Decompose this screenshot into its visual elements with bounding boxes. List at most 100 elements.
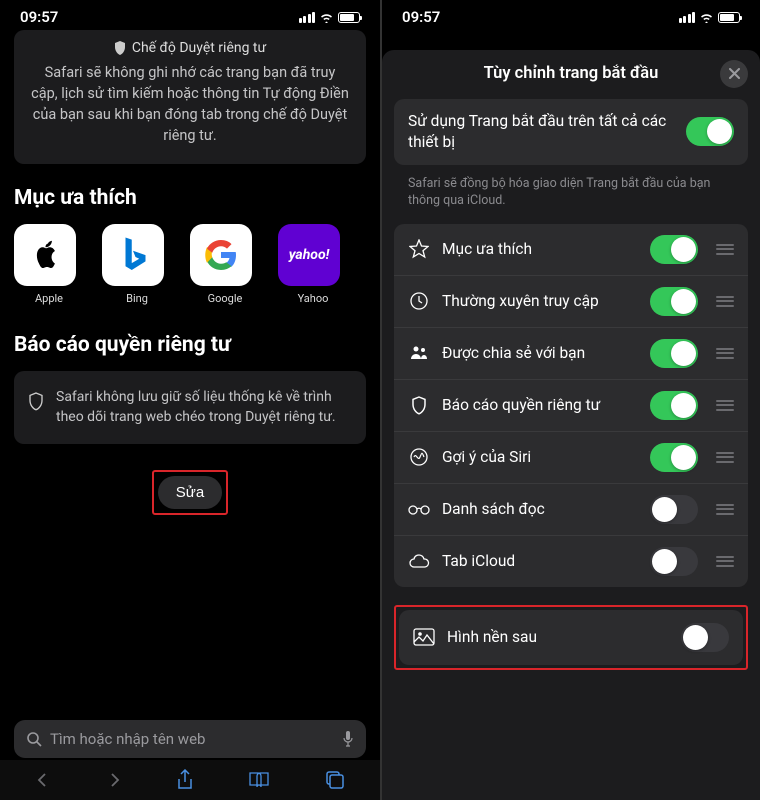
row-toggle[interactable]: [650, 443, 698, 472]
row-toggle[interactable]: [650, 235, 698, 264]
drag-handle-icon[interactable]: [716, 556, 734, 567]
sync-card: Sử dụng Trang bắt đầu trên tất cả các th…: [394, 99, 748, 165]
status-bar: 09:57: [0, 0, 380, 30]
row-label: Gợi ý của Siri: [442, 447, 638, 467]
private-browsing-card: Chế độ Duyệt riêng tư Safari sẽ không gh…: [14, 30, 366, 164]
drag-handle-icon[interactable]: [716, 296, 734, 307]
bottom-toolbar: [0, 760, 380, 800]
row-label: Được chia sẻ với bạn: [442, 343, 638, 363]
background-toggle[interactable]: [681, 623, 729, 652]
row-toggle[interactable]: [650, 339, 698, 368]
status-bar: 09:57: [382, 0, 760, 30]
row-toggle[interactable]: [650, 287, 698, 316]
battery-icon: [338, 12, 360, 23]
signal-icon: [679, 12, 696, 23]
row-label: Báo cáo quyền riêng tư: [442, 395, 638, 415]
search-icon: [26, 731, 42, 747]
sync-label: Sử dụng Trang bắt đầu trên tất cả các th…: [408, 111, 676, 153]
drag-handle-icon[interactable]: [716, 244, 734, 255]
status-time: 09:57: [20, 8, 58, 26]
favorite-label: Bing: [102, 292, 172, 305]
star-icon: [408, 239, 430, 259]
phone-left: 09:57 Chế độ Duyệt riêng tư Safari sẽ kh…: [0, 0, 380, 800]
favorite-label: Google: [190, 292, 260, 305]
row-reading-list: Danh sách đọc: [394, 484, 748, 536]
row-label: Hình nền sau: [447, 627, 669, 647]
search-placeholder: Tìm hoặc nhập tên web: [50, 730, 334, 748]
row-background-image: Hình nền sau: [399, 610, 743, 665]
row-label: Thường xuyên truy cập: [442, 291, 638, 311]
privacy-report-title: Báo cáo quyền riêng tư: [14, 333, 366, 357]
image-icon: [413, 628, 435, 646]
clock-icon: [408, 291, 430, 311]
options-list: Mục ưa thích Thường xuyên truy cập Được …: [394, 224, 748, 587]
google-icon: [190, 224, 252, 286]
close-button[interactable]: [720, 60, 748, 88]
drag-handle-icon[interactable]: [716, 348, 734, 359]
row-toggle[interactable]: [650, 547, 698, 576]
row-icloud-tabs: Tab iCloud: [394, 536, 748, 587]
favorites-row: Apple Bing Google yahoo! Yahoo: [14, 224, 366, 305]
favorite-bing[interactable]: Bing: [102, 224, 172, 305]
phone-right: 09:57 Tùy chỉnh trang bắt đầu Sử dụng Tr…: [380, 0, 760, 800]
close-icon: [729, 68, 740, 79]
yahoo-icon: yahoo!: [278, 224, 340, 286]
shield-icon: [28, 391, 44, 411]
favorite-apple[interactable]: Apple: [14, 224, 84, 305]
bookmarks-icon[interactable]: [248, 771, 270, 789]
sync-toggle[interactable]: [686, 117, 734, 146]
modal-header: Tùy chỉnh trang bắt đầu: [394, 64, 748, 83]
private-browsing-desc: Safari sẽ không ghi nhớ các trang bạn đã…: [30, 62, 350, 146]
private-browsing-title: Chế độ Duyệt riêng tư: [132, 40, 266, 56]
edit-highlight: Sửa: [152, 470, 228, 515]
row-label: Tab iCloud: [442, 551, 638, 571]
favorite-label: Apple: [14, 292, 84, 305]
drag-handle-icon[interactable]: [716, 452, 734, 463]
siri-icon: [408, 447, 430, 467]
glasses-icon: [408, 503, 430, 515]
shield-icon: [114, 41, 126, 55]
row-siri-suggestions: Gợi ý của Siri: [394, 432, 748, 484]
signal-icon: [299, 12, 316, 23]
search-bar[interactable]: Tìm hoặc nhập tên web: [14, 720, 366, 758]
row-toggle[interactable]: [650, 495, 698, 524]
row-frequently-visited: Thường xuyên truy cập: [394, 276, 748, 328]
cloud-icon: [408, 554, 430, 569]
status-icons: [679, 12, 741, 23]
left-content: Chế độ Duyệt riêng tư Safari sẽ không gh…: [0, 30, 380, 730]
favorite-google[interactable]: Google: [190, 224, 260, 305]
drag-handle-icon[interactable]: [716, 504, 734, 515]
customize-modal: Tùy chỉnh trang bắt đầu Sử dụng Trang bắ…: [382, 50, 760, 800]
row-toggle[interactable]: [650, 391, 698, 420]
row-privacy-report: Báo cáo quyền riêng tư: [394, 380, 748, 432]
forward-icon[interactable]: [106, 772, 122, 788]
shield-icon: [408, 395, 430, 415]
status-icons: [299, 12, 361, 23]
tabs-icon[interactable]: [325, 770, 345, 790]
row-shared-with-you: Được chia sẻ với bạn: [394, 328, 748, 380]
row-label: Danh sách đọc: [442, 499, 638, 519]
bing-icon: [102, 224, 164, 286]
favorite-label: Yahoo: [278, 292, 348, 305]
back-icon[interactable]: [35, 772, 51, 788]
sync-hint: Safari sẽ đồng bộ hóa giao diện Trang bắ…: [394, 173, 748, 224]
battery-icon: [718, 12, 740, 23]
edit-button-wrap: Sửa: [14, 470, 366, 515]
privacy-report-card: Safari không lưu giữ số liệu thống kê về…: [14, 371, 366, 444]
row-label: Mục ưa thích: [442, 239, 638, 259]
wifi-icon: [699, 12, 714, 23]
background-highlight: Hình nền sau: [394, 605, 748, 670]
people-icon: [408, 345, 430, 361]
share-icon[interactable]: [176, 769, 194, 791]
favorite-yahoo[interactable]: yahoo! Yahoo: [278, 224, 348, 305]
private-browsing-title-row: Chế độ Duyệt riêng tư: [30, 40, 350, 56]
mic-icon[interactable]: [342, 730, 354, 748]
privacy-report-text: Safari không lưu giữ số liệu thống kê về…: [56, 387, 352, 428]
edit-button[interactable]: Sửa: [158, 476, 222, 509]
drag-handle-icon[interactable]: [716, 400, 734, 411]
row-favorites: Mục ưa thích: [394, 224, 748, 276]
status-time: 09:57: [402, 8, 440, 26]
wifi-icon: [319, 12, 334, 23]
apple-icon: [14, 224, 76, 286]
modal-title: Tùy chỉnh trang bắt đầu: [484, 64, 659, 83]
